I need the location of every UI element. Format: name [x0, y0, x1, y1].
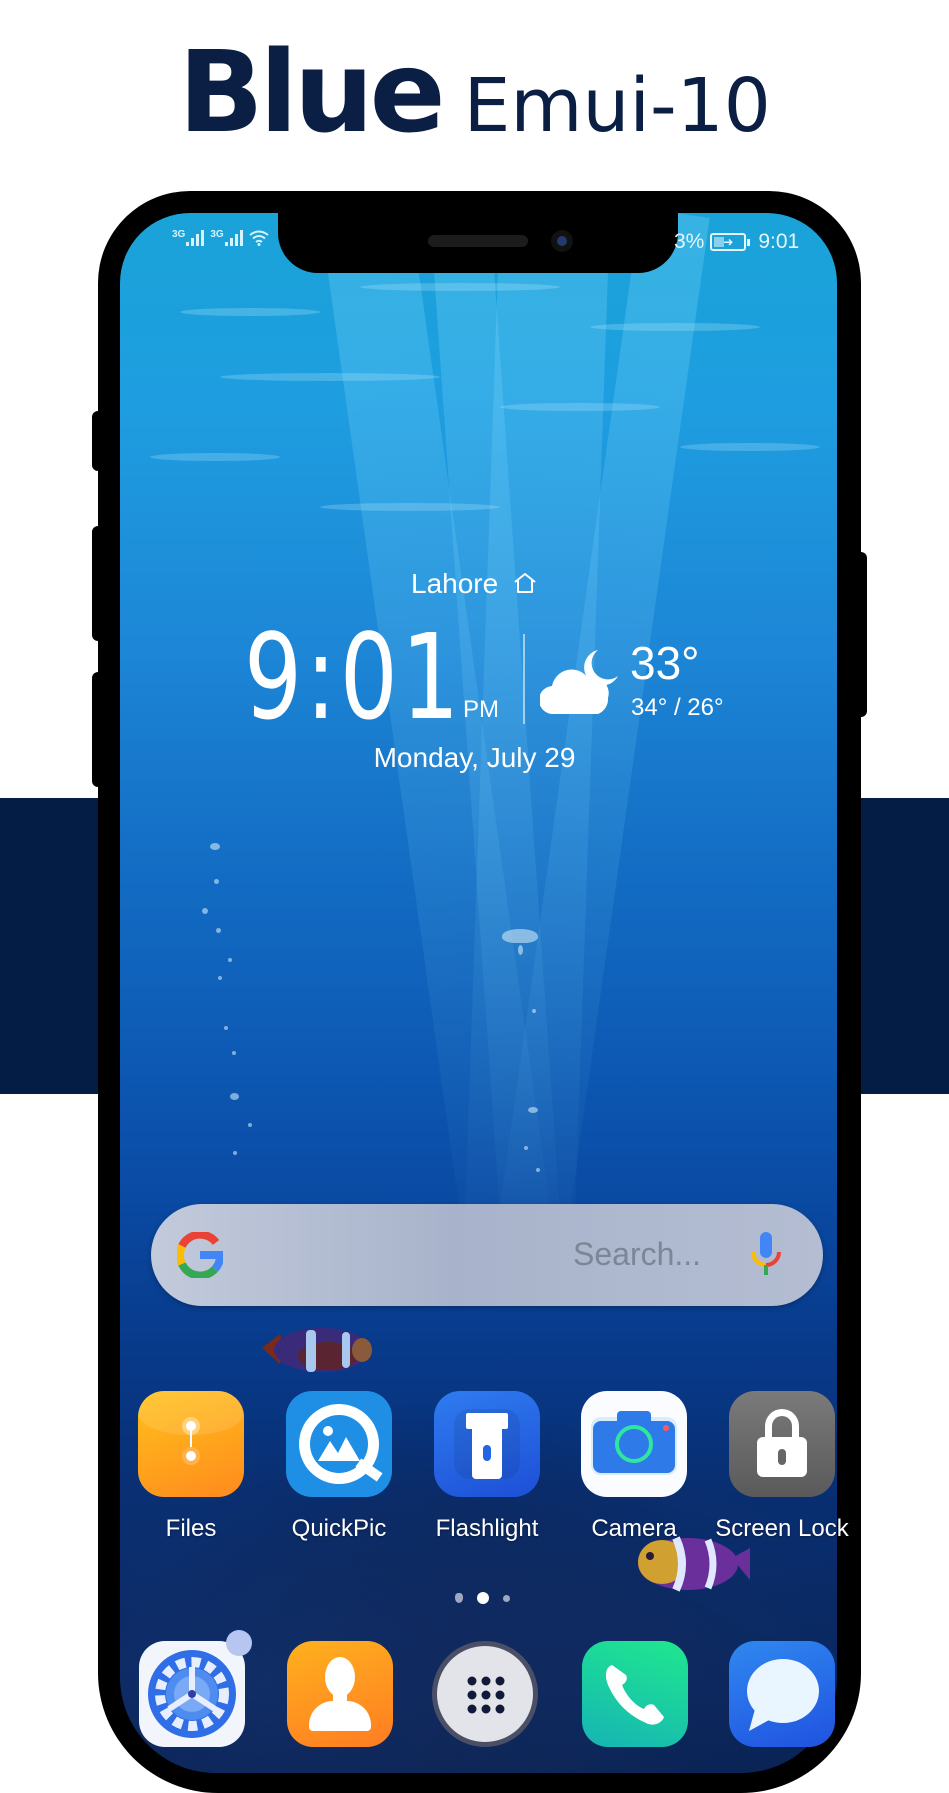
- battery-charging-icon: ➜: [710, 233, 751, 251]
- app-camera[interactable]: Camera: [560, 1391, 708, 1543]
- app-label: QuickPic: [291, 1515, 387, 1542]
- google-g-icon: [177, 1232, 223, 1278]
- temperature-range: 34° / 26°: [631, 694, 724, 721]
- app-files[interactable]: Files: [117, 1391, 265, 1543]
- settings-notification-badge: [226, 1630, 252, 1656]
- sim2-signal-icon: 3G: [210, 229, 243, 246]
- promo-title-bold: Blue: [178, 28, 445, 158]
- app-flashlight[interactable]: Flashlight: [413, 1391, 561, 1543]
- clock-ampm: PM: [463, 696, 499, 723]
- status-time: 9:01: [758, 230, 800, 253]
- front-camera: [551, 230, 573, 252]
- wifi-icon: [249, 230, 269, 246]
- clock-minutes: 01: [339, 608, 463, 746]
- settings-gear-icon[interactable]: [139, 1641, 245, 1747]
- page-dot-1[interactable]: [455, 1593, 463, 1603]
- files-icon: [138, 1391, 244, 1497]
- sim1-network-type: 3G: [172, 229, 186, 240]
- messages-icon[interactable]: [729, 1641, 835, 1747]
- clock-separator: :: [305, 608, 340, 746]
- promo-title-light: Emui-10: [463, 63, 771, 149]
- app-label: Camera: [591, 1515, 677, 1542]
- app-quickpic[interactable]: QuickPic: [265, 1391, 413, 1543]
- location-name: Lahore: [411, 568, 499, 599]
- page-dot-3[interactable]: [503, 1594, 510, 1602]
- status-bar-left: 3G 3G: [172, 230, 269, 246]
- clock-time[interactable]: 9:01: [244, 618, 463, 736]
- clock-date: Monday, July 29: [373, 742, 576, 773]
- earpiece-speaker: [428, 235, 528, 247]
- flashlight-icon: [434, 1391, 540, 1497]
- search-placeholder: Search...: [573, 1236, 702, 1272]
- lock-icon: [729, 1391, 835, 1497]
- home-icon: [514, 573, 536, 593]
- sim1-signal-icon: 3G: [172, 229, 205, 246]
- app-drawer-icon[interactable]: [432, 1641, 538, 1747]
- status-bar-right: 3% ➜ 9:01: [674, 230, 799, 254]
- app-label: Screen Lock: [715, 1515, 849, 1542]
- cloud-moon-icon[interactable]: [540, 642, 622, 720]
- sim2-network-type: 3G: [210, 229, 224, 240]
- current-temperature: 33°: [630, 637, 700, 689]
- google-search-bar[interactable]: Search...: [151, 1204, 823, 1306]
- app-screen-lock[interactable]: Screen Lock: [708, 1391, 856, 1543]
- contacts-icon[interactable]: [287, 1641, 393, 1747]
- widget-divider: [523, 634, 525, 724]
- clock-hour: 9: [244, 608, 306, 746]
- app-label: Files: [165, 1515, 217, 1542]
- promo-title: Blue Emui-10: [0, 28, 949, 158]
- battery-percent: 3%: [674, 230, 705, 253]
- clownfish-left: [262, 1328, 372, 1372]
- page-indicator[interactable]: [455, 1592, 510, 1604]
- camera-icon: [581, 1391, 687, 1497]
- app-label: Flashlight: [435, 1515, 539, 1542]
- microphone-icon[interactable]: [749, 1230, 783, 1280]
- weather-location[interactable]: Lahore: [0, 568, 949, 600]
- phone-icon[interactable]: [582, 1641, 688, 1747]
- page-dot-2-active[interactable]: [477, 1592, 489, 1604]
- quickpic-icon: [286, 1391, 392, 1497]
